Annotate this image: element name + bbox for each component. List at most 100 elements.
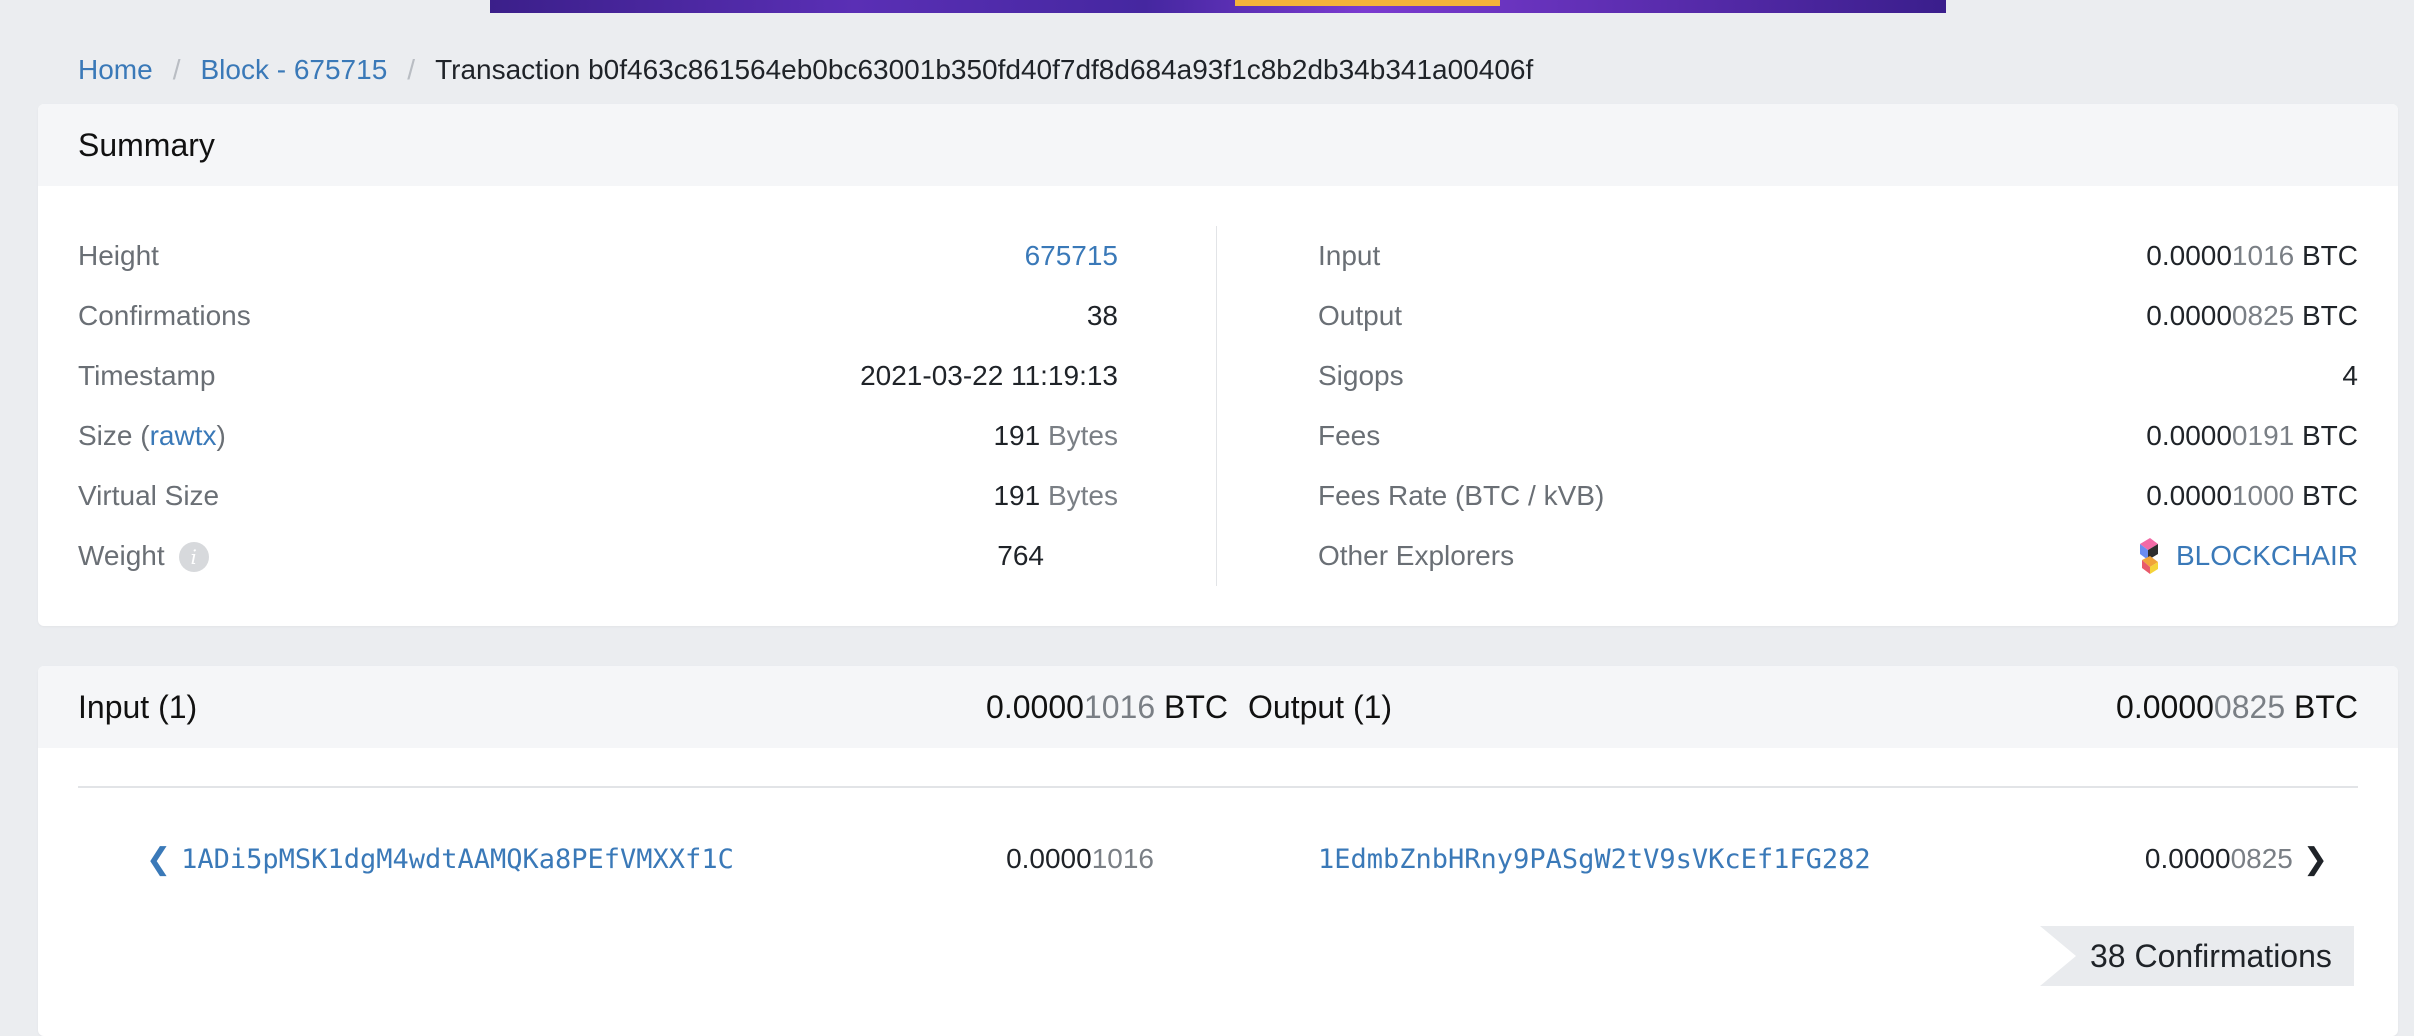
btc-unit: BTC [2302, 480, 2358, 511]
height-row: Height 675715 [78, 226, 1118, 286]
weight-label-text: Weight [78, 539, 165, 571]
input-amount: 0.00001016 [1006, 843, 1154, 875]
vsize-number: 191 [993, 480, 1041, 511]
input-total-main: 0.0000 [986, 688, 1084, 725]
size-label: Size (rawtx) [78, 420, 226, 452]
input-amount-tail: 1016 [1091, 843, 1154, 874]
virtual-size-row: Virtual Size 191 Bytes [78, 466, 1118, 526]
other-explorers-label: Other Explorers [1318, 540, 1515, 571]
confirmations-row: Confirmations 38 [78, 286, 1118, 346]
output-tail: 0825 [2231, 300, 2295, 331]
fees-row: Fees 0.00000191 BTC [1318, 406, 2358, 466]
breadcrumb-current: Transaction b0f463c861564eb0bc63001b350f… [435, 54, 1534, 85]
io-divider [78, 786, 2358, 788]
input-entry: ❮ 1ADi5pMSK1dgM4wdtAAMQKa8PEfVMXXf1C 0.0… [146, 824, 1154, 894]
chevron-left-icon[interactable]: ❮ [146, 842, 171, 877]
size-label-text: Size ( [78, 420, 150, 451]
feerate-tail: 1000 [2231, 480, 2295, 511]
input-total-tail: 1016 [1083, 688, 1156, 725]
size-label-close: ) [216, 420, 226, 451]
fee-rate-value: 0.00001000 BTC [2146, 480, 2358, 512]
feerate-main: 0.0000 [2146, 480, 2232, 511]
output-address-link[interactable]: 1EdmbZnbHRny9PASgW2tV9sVKcEf1FG282 [1318, 843, 1871, 875]
io-card: Input (1) 0.00001016 BTC Output (1) 0.00… [38, 666, 2398, 1036]
column-divider [1216, 226, 1217, 586]
summary-card: Summary Height 675715 Confirmations 38 T… [38, 104, 2398, 626]
breadcrumb-separator: / [172, 54, 181, 85]
top-ad-banner[interactable] [490, 0, 1946, 13]
info-icon[interactable]: i [178, 542, 209, 573]
size-row: Size (rawtx) 191 Bytes [78, 406, 1118, 466]
size-number: 191 [993, 420, 1041, 451]
input-main: 0.0000 [2146, 240, 2232, 271]
input-address: 1ADi5pMSK1dgM4wdtAAMQKa8PEfVMXXf1C [181, 843, 734, 875]
input-header: Input (1) 0.00001016 BTC [78, 666, 1228, 748]
input-row: Input 0.00001016 BTC [1318, 226, 2358, 286]
breadcrumb: Home / Block - 675715 / Transaction b0f463c8… [78, 52, 1533, 88]
output-total-tail: 0825 [2213, 688, 2286, 725]
blockchair-label: BLOCKCHAIR [2175, 540, 2358, 571]
rawtx-link[interactable]: rawtx [150, 420, 217, 451]
weight-label: Weight i [78, 540, 209, 573]
size-unit: Bytes [1047, 420, 1118, 451]
output-amount-tail: 0825 [2230, 843, 2293, 874]
blockchair-icon [2139, 538, 2158, 574]
input-value: 0.00001016 BTC [2146, 240, 2358, 272]
timestamp-row: Timestamp 2021-03-22 11:19:13 [78, 346, 1118, 406]
output-title: Output (1) [1248, 688, 1393, 725]
summary-left-column: Height 675715 Confirmations 38 Timestamp… [78, 226, 1118, 586]
output-label: Output [1318, 300, 1403, 331]
output-value: 0.00000825 BTC [2146, 300, 2358, 332]
summary-header: Summary [38, 104, 2398, 186]
btc-unit: BTC [2302, 240, 2358, 271]
output-amount: 0.0000 0825 ❯ [2145, 842, 2328, 877]
sigops-value: 4 [2342, 360, 2358, 391]
input-total: 0.00001016 BTC [986, 689, 1228, 726]
output-entry: 1EdmbZnbHRny9PASgW2tV9sVKcEf1FG282 0.000… [1318, 824, 2328, 894]
breadcrumb-home[interactable]: Home [78, 54, 153, 85]
banner-highlight [1235, 0, 1500, 6]
output-row: Output 0.00000825 BTC [1318, 286, 2358, 346]
vsize-unit: Bytes [1047, 480, 1118, 511]
sigops-label: Sigops [1318, 360, 1404, 391]
output-main: 0.0000 [2146, 300, 2232, 331]
timestamp-label: Timestamp [78, 360, 216, 391]
height-label: Height [78, 240, 159, 271]
input-title: Input (1) [78, 688, 198, 725]
fees-main: 0.0000 [2146, 420, 2232, 451]
fee-rate-label: Fees Rate (BTC / kVB) [1318, 480, 1605, 511]
input-tail: 1016 [2231, 240, 2295, 271]
fees-label: Fees [1318, 420, 1381, 451]
summary-right-column: Input 0.00001016 BTC Output 0.00000825 B… [1318, 226, 2358, 586]
input-amount-main: 0.0000 [1006, 843, 1092, 874]
confirmations-value: 38 [1086, 300, 1118, 331]
confirmations-badge: 38 Confirmations [2040, 926, 2354, 986]
fee-rate-row: Fees Rate (BTC / kVB) 0.00001000 BTC [1318, 466, 2358, 526]
fees-value: 0.00000191 BTC [2146, 420, 2358, 452]
output-total-main: 0.0000 [2116, 688, 2214, 725]
output-amount-main: 0.0000 [2144, 843, 2231, 874]
confirmations-label: Confirmations [78, 300, 251, 331]
btc-unit: BTC [2294, 688, 2358, 725]
weight-row: Weight i 764 [78, 526, 1118, 586]
breadcrumb-block[interactable]: Block - 675715 [200, 54, 387, 85]
breadcrumb-separator: / [407, 54, 416, 85]
virtual-size-value: 191 Bytes [993, 480, 1118, 512]
io-header: Input (1) 0.00001016 BTC Output (1) 0.00… [38, 666, 2398, 748]
btc-unit: BTC [2302, 300, 2358, 331]
input-address-link[interactable]: ❮ 1ADi5pMSK1dgM4wdtAAMQKa8PEfVMXXf1C [146, 842, 734, 877]
sigops-row: Sigops 4 [1318, 346, 2358, 406]
output-address: 1EdmbZnbHRny9PASgW2tV9sVKcEf1FG282 [1318, 844, 1871, 875]
height-link[interactable]: 675715 [1025, 240, 1118, 272]
blockchair-link[interactable]: BLOCKCHAIR [2136, 536, 2358, 576]
output-total: 0.00000825 BTC [2116, 689, 2358, 726]
input-label: Input [1318, 240, 1381, 271]
size-value: 191 Bytes [993, 420, 1118, 452]
other-explorers-row: Other Explorers BLOCKCHAIR [1318, 526, 2358, 586]
btc-unit: BTC [1164, 688, 1228, 725]
output-header: Output (1) 0.00000825 BTC [1248, 666, 2358, 748]
timestamp-value: 2021-03-22 11:19:13 [860, 360, 1118, 391]
btc-unit: BTC [2302, 420, 2358, 451]
chevron-right-icon[interactable]: ❯ [2303, 842, 2328, 877]
weight-value: 764 [997, 540, 1044, 571]
